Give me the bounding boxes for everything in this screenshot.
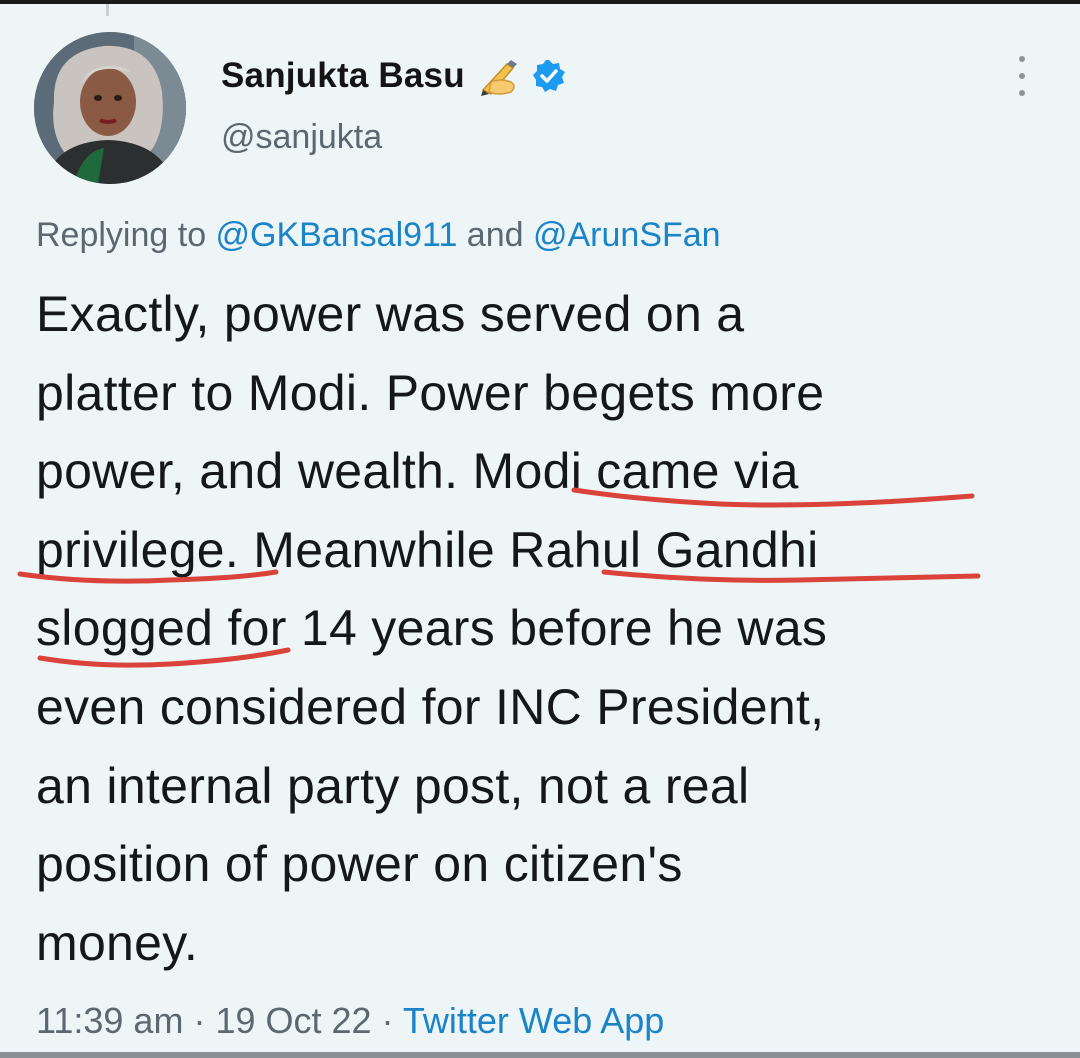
- tweet-date[interactable]: 19 Oct 22: [215, 1000, 371, 1041]
- tweet-line: even considered for INC President,: [36, 678, 825, 735]
- meta-separator: ·: [371, 1000, 403, 1041]
- avatar[interactable]: [34, 32, 186, 184]
- replying-to-label: Replying to: [36, 216, 216, 254]
- tweet-line: slogged for 14 years before he was: [36, 600, 828, 657]
- tweet-time[interactable]: 11:39 am: [36, 1000, 183, 1041]
- more-options-icon[interactable]: [1014, 56, 1030, 96]
- tweet-line: position of power on citizen's: [36, 836, 683, 893]
- top-border: [0, 0, 1080, 4]
- tweet-line: money.: [36, 914, 199, 971]
- writing-hand-icon: [480, 60, 517, 96]
- tweet-line: an internal party post, not a real: [36, 757, 750, 814]
- author-name[interactable]: Sanjukta Basu: [221, 56, 465, 96]
- tweet-source[interactable]: Twitter Web App: [403, 1000, 664, 1041]
- mention-link[interactable]: @GKBansal911: [216, 216, 458, 254]
- tweet-meta: 11:39 am · 19 Oct 22 · Twitter Web App: [36, 1000, 664, 1042]
- replying-to: Replying to @GKBansal911 and @ArunSFan: [36, 216, 721, 255]
- thread-line: [106, 4, 109, 16]
- tweet-text: Exactly, power was served on a platter t…: [36, 275, 1036, 982]
- replying-to-joiner: and: [457, 216, 533, 254]
- verified-badge-icon: [532, 60, 565, 92]
- author-handle[interactable]: @sanjukta: [221, 118, 382, 157]
- tweet-line: Exactly, power was served on a: [36, 286, 745, 342]
- tweet-line: privilege. Meanwhile Rahul Gandhi: [36, 521, 819, 578]
- tweet-line: platter to Modi. Power begets more: [36, 364, 825, 421]
- mention-link[interactable]: @ArunSFan: [533, 216, 721, 254]
- meta-separator: ·: [183, 1000, 216, 1041]
- tweet-line: power, and wealth. Modi came via: [36, 443, 799, 500]
- bottom-border: [0, 1052, 1080, 1058]
- author-name-row: Sanjukta Basu: [221, 52, 567, 100]
